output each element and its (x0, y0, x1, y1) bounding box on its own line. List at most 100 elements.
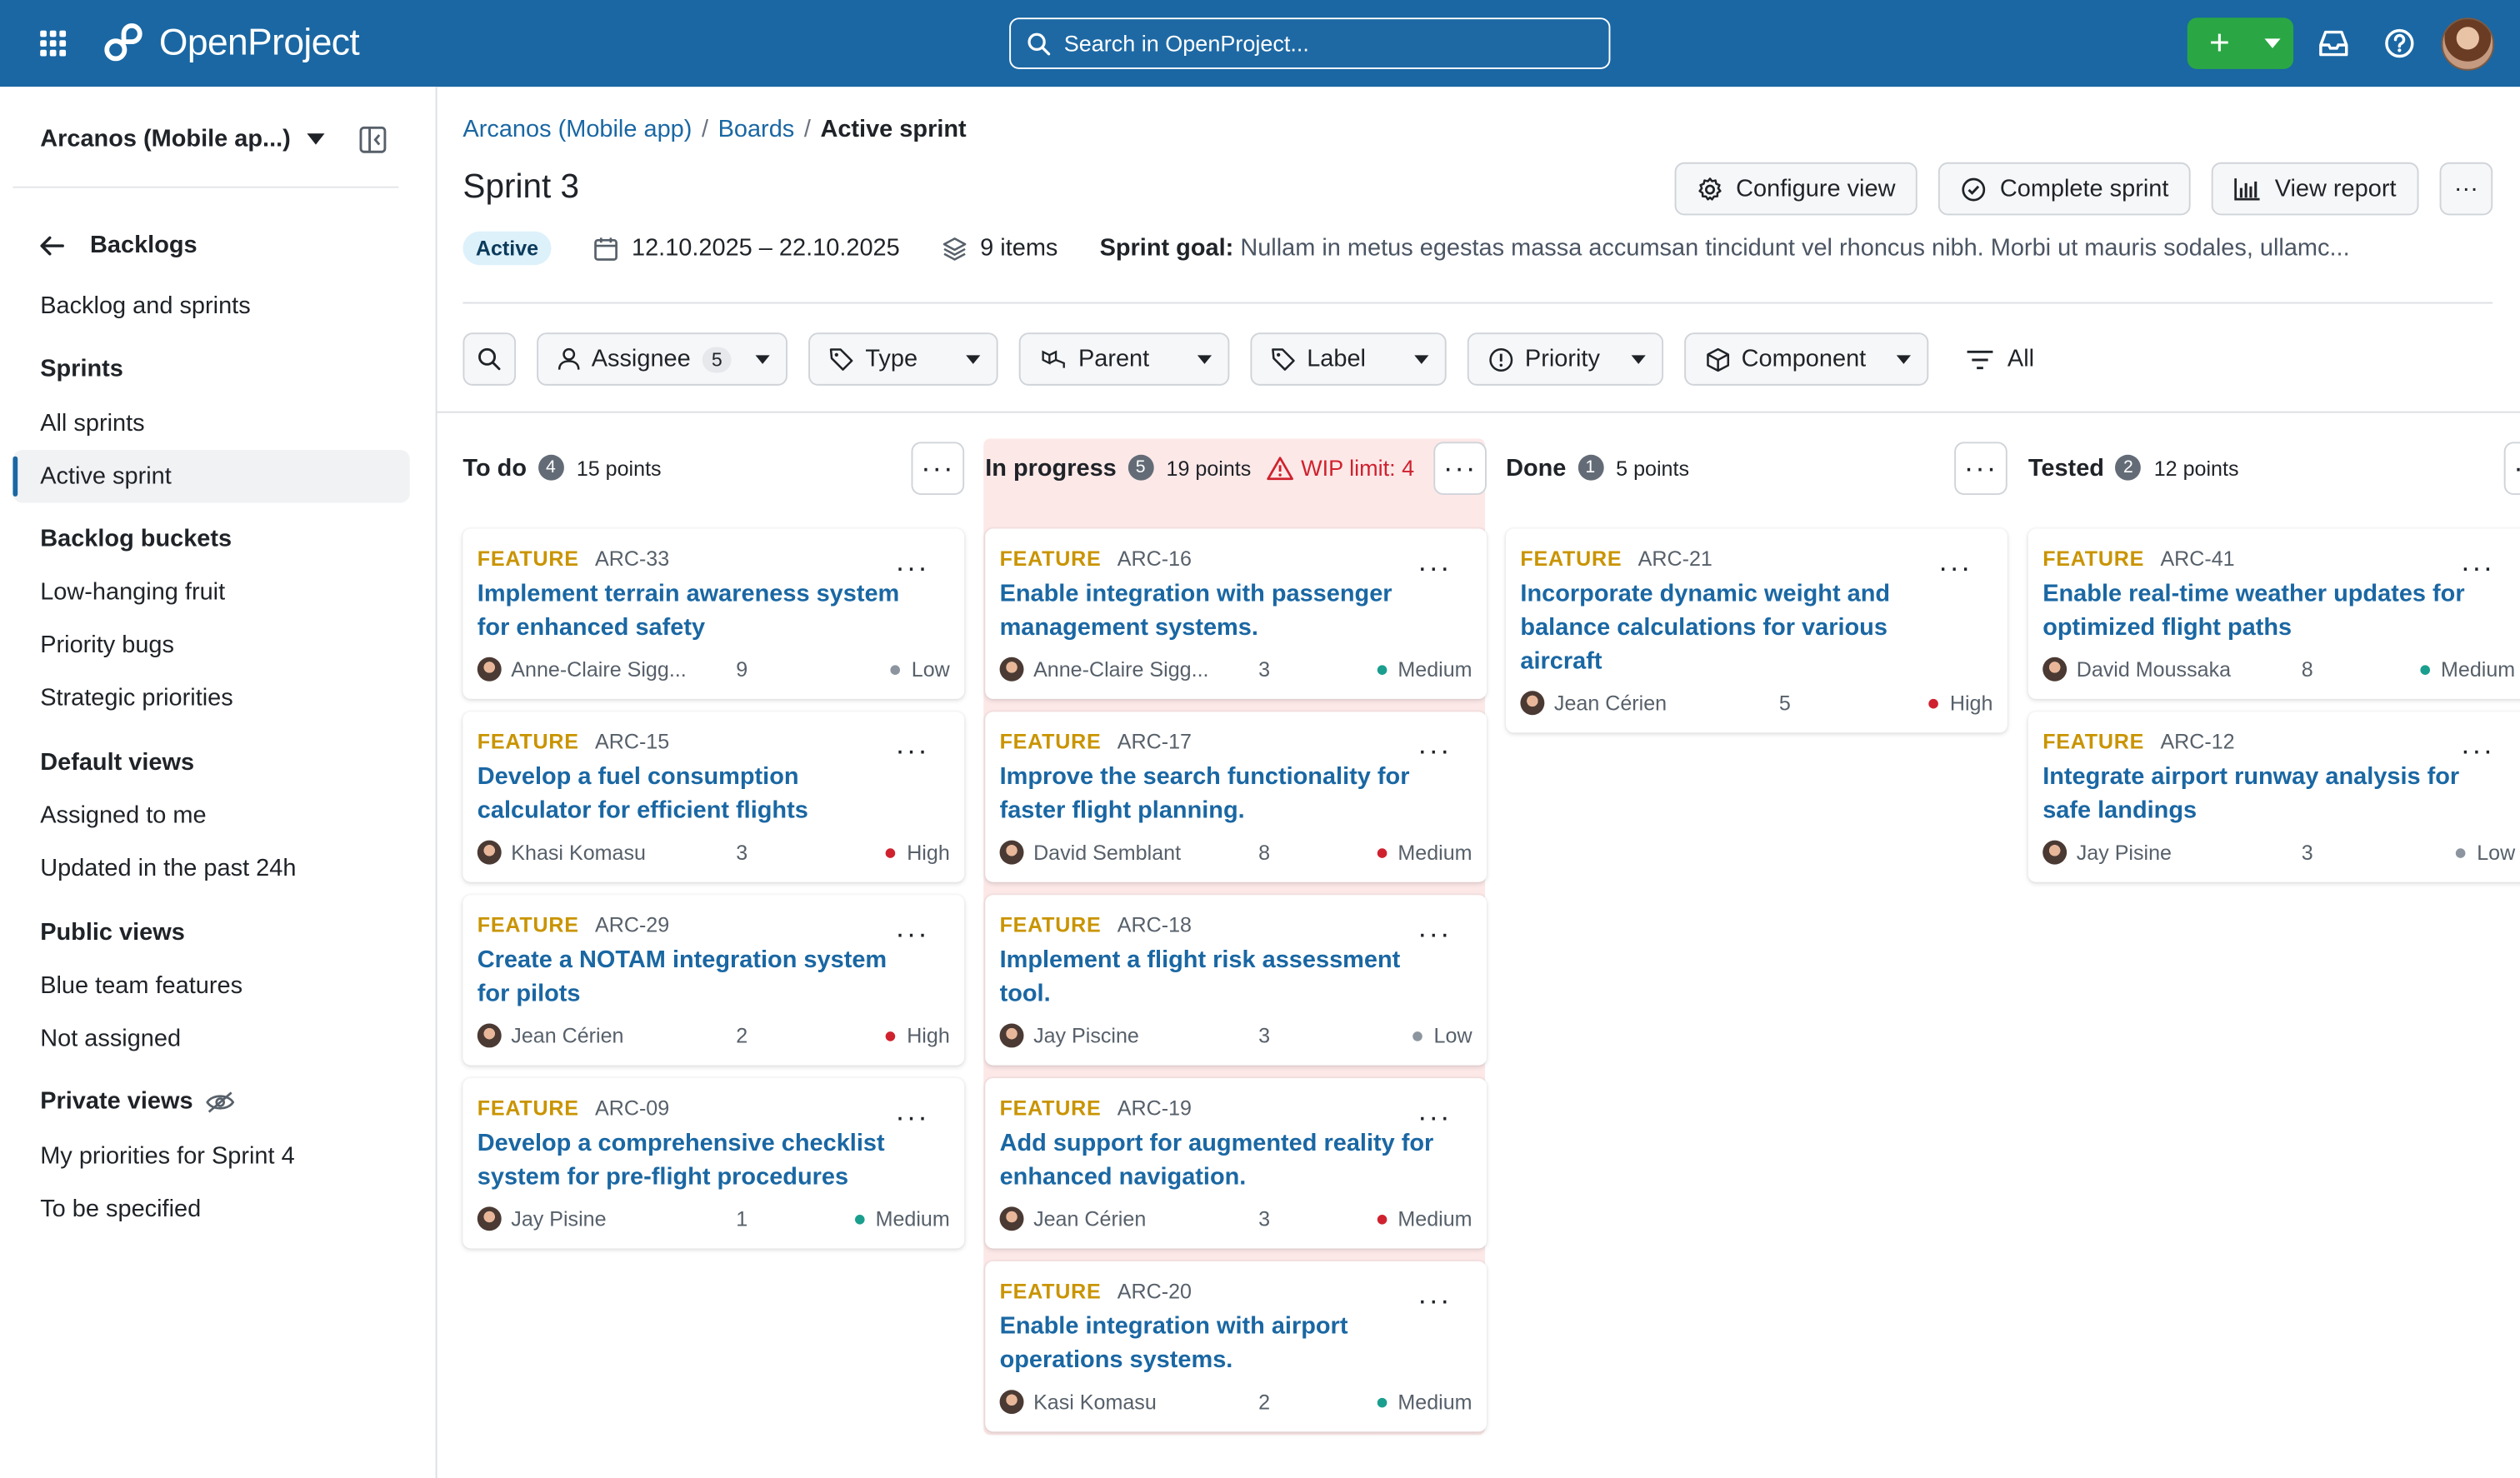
filter-label[interactable]: Label (1250, 332, 1447, 386)
work-package-card[interactable]: FEATURE ARC-21 ··· Incorporate dynamic we… (1506, 528, 2008, 733)
card-id[interactable]: ARC-09 (595, 1096, 669, 1120)
inbox-icon[interactable] (2316, 26, 2351, 61)
work-package-card[interactable]: FEATURE ARC-33 ··· Implement terrain awar… (462, 528, 965, 699)
card-priority: Medium (854, 1206, 950, 1231)
card-title[interactable]: Add support for augmented reality for en… (1000, 1126, 1442, 1194)
card-story-points: 3 (1258, 657, 1271, 682)
column-count: 4 (538, 454, 564, 481)
filter-assignee[interactable]: Assignee 5 (537, 332, 788, 386)
sidebar-item-assigned-to-me[interactable]: Assigned to me (40, 801, 206, 829)
work-package-card[interactable]: FEATURE ARC-09 ··· Develop a comprehensiv… (462, 1078, 965, 1249)
sidebar-item-updated-24h[interactable]: Updated in the past 24h (40, 855, 296, 882)
sidebar-item-to-be-specified[interactable]: To be specified (40, 1196, 201, 1223)
global-search[interactable] (1009, 17, 1611, 69)
card-menu-icon[interactable]: ··· (1418, 734, 1451, 767)
caret-down-icon (965, 354, 981, 363)
configure-view-button[interactable]: Configure view (1674, 162, 1918, 216)
sidebar-item-blue-team-features[interactable]: Blue team features (40, 972, 242, 1000)
filter-type[interactable]: Type (808, 332, 998, 386)
card-title[interactable]: Incorporate dynamic weight and balance c… (1520, 577, 1962, 677)
openproject-logo[interactable]: OpenProject (102, 19, 360, 64)
card-type: FEATURE (999, 1096, 1102, 1121)
card-id[interactable]: ARC-41 (2160, 547, 2234, 571)
work-package-card[interactable]: FEATURE ARC-12 ··· Integrate airport runw… (2028, 712, 2520, 882)
help-icon[interactable] (2382, 26, 2417, 61)
chevron-down-icon[interactable] (2252, 17, 2293, 69)
project-selector[interactable]: Arcanos (Mobile ap...) (40, 125, 325, 152)
column-menu-button[interactable]: ··· (911, 442, 965, 495)
card-id[interactable]: ARC-12 (2160, 730, 2234, 754)
filter-search-button[interactable] (462, 332, 517, 386)
column-points: 5 points (1616, 455, 1690, 480)
backlogs-back-link[interactable]: Backlogs (40, 232, 198, 258)
card-id[interactable]: ARC-20 (1118, 1279, 1192, 1303)
filter-priority[interactable]: Priority (1467, 332, 1663, 386)
app-grid-icon[interactable] (40, 30, 67, 57)
card-title[interactable]: Develop a comprehensive checklist system… (478, 1126, 919, 1194)
column-body: FEATURE ARC-41 ··· Enable real-time weath… (2028, 528, 2520, 882)
more-actions-button[interactable]: ··· (2439, 162, 2493, 216)
card-menu-icon[interactable]: ··· (895, 1101, 928, 1135)
filter-parent[interactable]: Parent (1018, 332, 1230, 386)
sidebar-item-priority-bugs[interactable]: Priority bugs (40, 632, 174, 659)
card-id[interactable]: ARC-17 (1118, 730, 1192, 754)
card-title[interactable]: Implement terrain awareness system for e… (478, 577, 919, 644)
filter-component[interactable]: Component (1683, 332, 1929, 386)
card-title[interactable]: Implement a flight risk assessment tool. (1000, 943, 1442, 1011)
card-menu-icon[interactable]: ··· (1418, 917, 1451, 951)
card-menu-icon[interactable]: ··· (895, 734, 928, 767)
card-title[interactable]: Integrate airport runway analysis for sa… (2042, 760, 2484, 827)
sidebar-item-strategic-priorities[interactable]: Strategic priorities (40, 685, 233, 712)
filter-all-toggle[interactable]: All (1966, 346, 2034, 372)
card-id[interactable]: ARC-21 (1638, 547, 1712, 571)
sidebar-item-not-assigned[interactable]: Not assigned (40, 1025, 181, 1052)
card-title[interactable]: Develop a fuel consumption calculator fo… (478, 760, 919, 827)
work-package-card[interactable]: FEATURE ARC-41 ··· Enable real-time weath… (2028, 528, 2520, 699)
card-title[interactable]: Enable real-time weather updates for opt… (2042, 577, 2484, 644)
card-menu-icon[interactable]: ··· (895, 551, 928, 585)
card-menu-icon[interactable]: ··· (1418, 1101, 1451, 1135)
work-package-card[interactable]: FEATURE ARC-18 ··· Implement a flight ris… (985, 895, 1487, 1066)
user-avatar[interactable] (2441, 17, 2495, 71)
column-menu-button[interactable]: ··· (2503, 442, 2520, 495)
work-package-card[interactable]: FEATURE ARC-15 ··· Develop a fuel consump… (462, 712, 965, 882)
work-package-card[interactable]: FEATURE ARC-20 ··· Enable integration wit… (985, 1261, 1487, 1432)
work-package-card[interactable]: FEATURE ARC-29 ··· Create a NOTAM integra… (462, 895, 965, 1066)
card-id[interactable]: ARC-16 (1118, 547, 1192, 571)
card-title[interactable]: Improve the search functionality for fas… (1000, 760, 1442, 827)
card-id[interactable]: ARC-33 (595, 547, 669, 571)
work-package-card[interactable]: FEATURE ARC-16 ··· Enable integration wit… (985, 528, 1487, 699)
card-title[interactable]: Create a NOTAM integration system for pi… (478, 943, 919, 1011)
column-menu-button[interactable]: ··· (1433, 442, 1487, 495)
card-menu-icon[interactable]: ··· (895, 917, 928, 951)
column-count: 1 (1577, 454, 1603, 481)
search-input[interactable] (1063, 30, 1578, 57)
card-id[interactable]: ARC-19 (1118, 1096, 1192, 1120)
work-package-card[interactable]: FEATURE ARC-17 ··· Improve the search fun… (985, 712, 1487, 882)
card-title[interactable]: Enable integration with airport operatio… (1000, 1310, 1442, 1377)
view-report-button[interactable]: View report (2212, 162, 2419, 216)
filter-type-label: Type (865, 345, 918, 373)
card-menu-icon[interactable]: ··· (2461, 734, 2494, 767)
collapse-sidebar-icon[interactable] (358, 125, 388, 154)
column-menu-button[interactable]: ··· (1954, 442, 2008, 495)
sidebar-item-active-sprint[interactable]: Active sprint (40, 462, 172, 490)
sidebar-item-my-priorities[interactable]: My priorities for Sprint 4 (40, 1142, 294, 1170)
card-menu-icon[interactable]: ··· (1938, 551, 1972, 585)
sidebar-item-low-hanging-fruit[interactable]: Low-hanging fruit (40, 578, 225, 606)
card-menu-icon[interactable]: ··· (1418, 1284, 1451, 1317)
sidebar-item-all-sprints[interactable]: All sprints (40, 410, 144, 437)
card-id[interactable]: ARC-15 (595, 730, 669, 754)
card-title[interactable]: Enable integration with passenger manage… (1000, 577, 1442, 644)
breadcrumb-project[interactable]: Arcanos (Mobile app) (462, 116, 692, 143)
complete-sprint-button[interactable]: Complete sprint (1938, 162, 2192, 216)
create-button[interactable]: + (2187, 17, 2294, 69)
breadcrumb-boards[interactable]: Boards (718, 116, 795, 143)
column-header: To do 4 15 points ··· (462, 438, 965, 496)
card-id[interactable]: ARC-18 (1118, 912, 1192, 936)
sidebar-item-backlog-and-sprints[interactable]: Backlog and sprints (40, 292, 250, 320)
card-id[interactable]: ARC-29 (595, 912, 669, 936)
card-menu-icon[interactable]: ··· (1418, 551, 1451, 585)
work-package-card[interactable]: FEATURE ARC-19 ··· Add support for augmen… (985, 1078, 1487, 1249)
card-menu-icon[interactable]: ··· (2461, 551, 2494, 585)
